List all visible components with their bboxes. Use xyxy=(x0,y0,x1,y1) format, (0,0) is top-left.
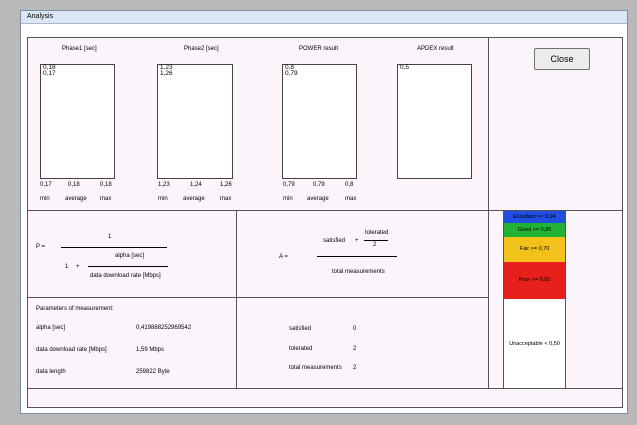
average-label: average xyxy=(65,196,87,202)
fraction-bar xyxy=(61,247,167,248)
close-button[interactable]: Close xyxy=(534,48,590,70)
average-label: average xyxy=(183,196,205,202)
phase2-min-value: 1,23 xyxy=(158,182,170,188)
phase1-title: Phase1 [sec] xyxy=(62,46,97,52)
formula-a-denominator: total measurements xyxy=(332,269,385,275)
phase1-max-value: 0,18 xyxy=(100,182,112,188)
count-value-total: 2 xyxy=(353,365,357,371)
counts-panel: satisfied 0 tolerated 2 total measuremen… xyxy=(236,297,489,389)
formula-p-plus: + xyxy=(76,264,80,270)
formula-p-numerator: 1 xyxy=(108,234,112,240)
count-label-satisfied: satisfied xyxy=(289,326,312,332)
param-label-length: data length xyxy=(36,369,66,375)
phase2-title: Phase2 [sec] xyxy=(184,46,219,52)
phase2-average-value: 1,24 xyxy=(190,182,202,188)
apdex-band-unacceptable: Unacceptable < 0,50 xyxy=(504,299,565,389)
power-max-value: 0,8 xyxy=(345,182,354,188)
fraction-bar xyxy=(317,256,397,257)
list-item[interactable]: 0,5 xyxy=(400,64,471,71)
list-item[interactable]: 1,26 xyxy=(160,70,232,77)
min-label: min xyxy=(158,196,168,202)
title-bar: Analysis xyxy=(21,11,627,24)
count-value-tolerated: 2 xyxy=(353,346,357,352)
apdex-listbox[interactable]: 0,5 xyxy=(397,64,472,179)
apdex-scale: Excellent >= 0,94 Good >= 0,85 Fair >= 0… xyxy=(503,210,566,390)
list-item[interactable]: 0,17 xyxy=(41,70,114,77)
phase1-average-value: 0,18 xyxy=(68,182,80,188)
max-label: max xyxy=(220,196,232,202)
results-panel: Phase1 [sec] 0,18 0,17 0,17 0,18 0,18 mi… xyxy=(27,37,489,211)
power-average-value: 0,79 xyxy=(313,182,325,188)
apdex-title: APDEX result xyxy=(417,46,454,52)
phase2-listbox[interactable]: 1,23 1,26 xyxy=(157,64,233,179)
min-label: min xyxy=(283,196,293,202)
formula-p-inner-denominator: data download rate [Mbps] xyxy=(90,273,161,279)
count-value-satisfied: 0 xyxy=(353,326,357,332)
formula-a-lhs: A = xyxy=(279,254,288,260)
apdex-band-good: Good >= 0,85 xyxy=(504,223,565,237)
parameters-panel: Parameters of measurement: alpha [sec] 0… xyxy=(27,297,237,389)
list-item[interactable]: 0,79 xyxy=(285,70,356,77)
inner-fraction-bar xyxy=(88,266,168,267)
param-label-rate: data download rate [Mbps] xyxy=(36,347,107,353)
formula-a-two: 2 xyxy=(373,242,377,248)
param-value-alpha: 0,419888252969542 xyxy=(136,325,192,331)
formula-p-one: 1 xyxy=(65,264,69,270)
min-label: min xyxy=(40,196,50,202)
param-value-rate: 1,59 Mbps xyxy=(136,347,165,353)
formula-a-panel: A = satisfied + tolerated 2 total measur… xyxy=(236,210,489,298)
window-title: Analysis xyxy=(27,13,54,20)
count-label-tolerated: tolerated xyxy=(289,346,313,352)
power-title: POWER result xyxy=(299,46,339,52)
apdex-band-fair: Fair >= 0,70 xyxy=(504,237,565,262)
inner-fraction-bar xyxy=(364,240,388,241)
formula-a-plus: + xyxy=(355,238,359,244)
apdex-band-poor: Poor >= 0,50 xyxy=(504,262,565,299)
max-label: max xyxy=(345,196,357,202)
power-min-value: 0,79 xyxy=(283,182,295,188)
analysis-window: Analysis Phase1 [sec] 0,18 0,17 0,17 0,1… xyxy=(20,10,628,414)
status-strip xyxy=(27,388,623,408)
param-value-length: 259822 Byte xyxy=(136,369,170,375)
parameters-title: Parameters of measurement: xyxy=(36,306,114,312)
phase1-listbox[interactable]: 0,18 0,17 xyxy=(40,64,115,179)
average-label: average xyxy=(307,196,329,202)
formula-p-inner-numerator: alpha [sec] xyxy=(115,253,145,259)
param-label-alpha: alpha [sec] xyxy=(36,325,66,331)
count-label-total: total measurements xyxy=(289,365,342,371)
formula-p-panel: P = 1 1 + alpha [sec] data download rate… xyxy=(27,210,237,298)
formula-p-lhs: P = xyxy=(36,244,46,250)
power-listbox[interactable]: 0,8 0,79 xyxy=(282,64,357,179)
max-label: max xyxy=(100,196,112,202)
phase1-min-value: 0,17 xyxy=(40,182,52,188)
formula-a-tolerated: tolerated xyxy=(365,230,389,236)
apdex-band-excellent: Excellent >= 0,94 xyxy=(504,211,565,223)
formula-a-satisfied: satisfied xyxy=(323,238,346,244)
phase2-max-value: 1,26 xyxy=(220,182,232,188)
